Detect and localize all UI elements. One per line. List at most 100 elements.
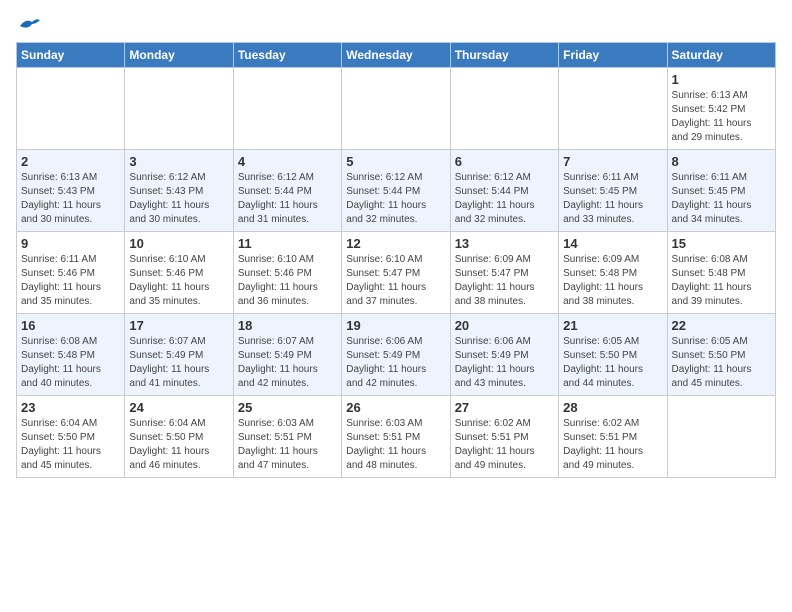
calendar-cell: 3 Sunrise: 6:12 AM Sunset: 5:43 PM Daylig… bbox=[125, 150, 233, 232]
calendar-cell: 27 Sunrise: 6:02 AM Sunset: 5:51 PM Dayli… bbox=[450, 396, 558, 478]
calendar-cell: 21 Sunrise: 6:05 AM Sunset: 5:50 PM Dayli… bbox=[559, 314, 667, 396]
day-info: Sunrise: 6:02 AM Sunset: 5:51 PM Dayligh… bbox=[563, 417, 662, 473]
day-info: Sunrise: 6:08 AM Sunset: 5:48 PM Dayligh… bbox=[21, 335, 120, 391]
calendar-cell: 6 Sunrise: 6:12 AM Sunset: 5:44 PM Daylig… bbox=[450, 150, 558, 232]
calendar-week-row: 2 Sunrise: 6:13 AM Sunset: 5:43 PM Daylig… bbox=[17, 150, 776, 232]
calendar-cell bbox=[667, 396, 775, 478]
day-number: 17 bbox=[129, 318, 228, 333]
day-number: 11 bbox=[238, 236, 337, 251]
day-info: Sunrise: 6:05 AM Sunset: 5:50 PM Dayligh… bbox=[563, 335, 662, 391]
day-number: 1 bbox=[672, 72, 771, 87]
calendar-week-row: 16 Sunrise: 6:08 AM Sunset: 5:48 PM Dayli… bbox=[17, 314, 776, 396]
calendar-cell bbox=[342, 68, 450, 150]
calendar-day-header: Friday bbox=[559, 43, 667, 68]
day-info: Sunrise: 6:05 AM Sunset: 5:50 PM Dayligh… bbox=[672, 335, 771, 391]
calendar-header-row: SundayMondayTuesdayWednesdayThursdayFrid… bbox=[17, 43, 776, 68]
day-number: 25 bbox=[238, 400, 337, 415]
calendar-day-header: Wednesday bbox=[342, 43, 450, 68]
day-number: 4 bbox=[238, 154, 337, 169]
day-info: Sunrise: 6:11 AM Sunset: 5:45 PM Dayligh… bbox=[672, 171, 771, 227]
calendar-cell: 16 Sunrise: 6:08 AM Sunset: 5:48 PM Dayli… bbox=[17, 314, 125, 396]
day-info: Sunrise: 6:08 AM Sunset: 5:48 PM Dayligh… bbox=[672, 253, 771, 309]
day-number: 12 bbox=[346, 236, 445, 251]
calendar-day-header: Saturday bbox=[667, 43, 775, 68]
calendar-cell bbox=[559, 68, 667, 150]
calendar-cell: 2 Sunrise: 6:13 AM Sunset: 5:43 PM Daylig… bbox=[17, 150, 125, 232]
day-number: 22 bbox=[672, 318, 771, 333]
calendar-cell: 9 Sunrise: 6:11 AM Sunset: 5:46 PM Daylig… bbox=[17, 232, 125, 314]
page-header bbox=[16, 16, 776, 34]
calendar-cell: 4 Sunrise: 6:12 AM Sunset: 5:44 PM Daylig… bbox=[233, 150, 341, 232]
calendar-cell: 28 Sunrise: 6:02 AM Sunset: 5:51 PM Dayli… bbox=[559, 396, 667, 478]
day-number: 19 bbox=[346, 318, 445, 333]
calendar-cell bbox=[125, 68, 233, 150]
day-number: 16 bbox=[21, 318, 120, 333]
calendar-day-header: Sunday bbox=[17, 43, 125, 68]
calendar-week-row: 23Sunrise: 6:04 AM Sunset: 5:50 PM Dayli… bbox=[17, 396, 776, 478]
calendar-cell: 18 Sunrise: 6:07 AM Sunset: 5:49 PM Dayli… bbox=[233, 314, 341, 396]
calendar-cell: 19 Sunrise: 6:06 AM Sunset: 5:49 PM Dayli… bbox=[342, 314, 450, 396]
calendar-cell: 12 Sunrise: 6:10 AM Sunset: 5:47 PM Dayli… bbox=[342, 232, 450, 314]
day-number: 21 bbox=[563, 318, 662, 333]
day-info: Sunrise: 6:03 AM Sunset: 5:51 PM Dayligh… bbox=[238, 417, 337, 473]
calendar-week-row: 9 Sunrise: 6:11 AM Sunset: 5:46 PM Daylig… bbox=[17, 232, 776, 314]
day-number: 3 bbox=[129, 154, 228, 169]
day-info: Sunrise: 6:10 AM Sunset: 5:47 PM Dayligh… bbox=[346, 253, 445, 309]
calendar-cell: 13Sunrise: 6:09 AM Sunset: 5:47 PM Dayli… bbox=[450, 232, 558, 314]
calendar-cell: 20Sunrise: 6:06 AM Sunset: 5:49 PM Dayli… bbox=[450, 314, 558, 396]
day-info: Sunrise: 6:12 AM Sunset: 5:44 PM Dayligh… bbox=[346, 171, 445, 227]
day-info: Sunrise: 6:10 AM Sunset: 5:46 PM Dayligh… bbox=[129, 253, 228, 309]
calendar-cell: 14 Sunrise: 6:09 AM Sunset: 5:48 PM Dayli… bbox=[559, 232, 667, 314]
day-number: 13 bbox=[455, 236, 554, 251]
day-info: Sunrise: 6:11 AM Sunset: 5:46 PM Dayligh… bbox=[21, 253, 120, 309]
day-info: Sunrise: 6:04 AM Sunset: 5:50 PM Dayligh… bbox=[129, 417, 228, 473]
day-info: Sunrise: 6:11 AM Sunset: 5:45 PM Dayligh… bbox=[563, 171, 662, 227]
day-number: 2 bbox=[21, 154, 120, 169]
logo-bird-icon bbox=[18, 16, 40, 34]
day-number: 28 bbox=[563, 400, 662, 415]
day-number: 9 bbox=[21, 236, 120, 251]
day-info: Sunrise: 6:03 AM Sunset: 5:51 PM Dayligh… bbox=[346, 417, 445, 473]
day-number: 7 bbox=[563, 154, 662, 169]
calendar-cell: 25 Sunrise: 6:03 AM Sunset: 5:51 PM Dayli… bbox=[233, 396, 341, 478]
day-number: 18 bbox=[238, 318, 337, 333]
calendar-cell: 22 Sunrise: 6:05 AM Sunset: 5:50 PM Dayli… bbox=[667, 314, 775, 396]
day-number: 14 bbox=[563, 236, 662, 251]
day-number: 24 bbox=[129, 400, 228, 415]
day-number: 10 bbox=[129, 236, 228, 251]
day-number: 27 bbox=[455, 400, 554, 415]
calendar-cell: 26 Sunrise: 6:03 AM Sunset: 5:51 PM Dayli… bbox=[342, 396, 450, 478]
calendar-cell: 17 Sunrise: 6:07 AM Sunset: 5:49 PM Dayli… bbox=[125, 314, 233, 396]
day-info: Sunrise: 6:09 AM Sunset: 5:48 PM Dayligh… bbox=[563, 253, 662, 309]
calendar-cell bbox=[17, 68, 125, 150]
calendar-day-header: Monday bbox=[125, 43, 233, 68]
day-info: Sunrise: 6:10 AM Sunset: 5:46 PM Dayligh… bbox=[238, 253, 337, 309]
calendar-day-header: Tuesday bbox=[233, 43, 341, 68]
calendar-cell: 1 Sunrise: 6:13 AM Sunset: 5:42 PM Daylig… bbox=[667, 68, 775, 150]
day-info: Sunrise: 6:06 AM Sunset: 5:49 PM Dayligh… bbox=[455, 335, 554, 391]
day-info: Sunrise: 6:07 AM Sunset: 5:49 PM Dayligh… bbox=[238, 335, 337, 391]
day-number: 5 bbox=[346, 154, 445, 169]
day-info: Sunrise: 6:07 AM Sunset: 5:49 PM Dayligh… bbox=[129, 335, 228, 391]
calendar-cell: 11 Sunrise: 6:10 AM Sunset: 5:46 PM Dayli… bbox=[233, 232, 341, 314]
calendar-cell: 10 Sunrise: 6:10 AM Sunset: 5:46 PM Dayli… bbox=[125, 232, 233, 314]
day-info: Sunrise: 6:12 AM Sunset: 5:44 PM Dayligh… bbox=[238, 171, 337, 227]
calendar-week-row: 1 Sunrise: 6:13 AM Sunset: 5:42 PM Daylig… bbox=[17, 68, 776, 150]
day-number: 15 bbox=[672, 236, 771, 251]
calendar-cell: 24 Sunrise: 6:04 AM Sunset: 5:50 PM Dayli… bbox=[125, 396, 233, 478]
calendar-day-header: Thursday bbox=[450, 43, 558, 68]
calendar-table: SundayMondayTuesdayWednesdayThursdayFrid… bbox=[16, 42, 776, 478]
day-info: Sunrise: 6:13 AM Sunset: 5:42 PM Dayligh… bbox=[672, 89, 771, 145]
calendar-cell: 5 Sunrise: 6:12 AM Sunset: 5:44 PM Daylig… bbox=[342, 150, 450, 232]
day-info: Sunrise: 6:12 AM Sunset: 5:44 PM Dayligh… bbox=[455, 171, 554, 227]
day-info: Sunrise: 6:13 AM Sunset: 5:43 PM Dayligh… bbox=[21, 171, 120, 227]
day-info: Sunrise: 6:06 AM Sunset: 5:49 PM Dayligh… bbox=[346, 335, 445, 391]
calendar-cell: 15 Sunrise: 6:08 AM Sunset: 5:48 PM Dayli… bbox=[667, 232, 775, 314]
day-number: 8 bbox=[672, 154, 771, 169]
day-info: Sunrise: 6:12 AM Sunset: 5:43 PM Dayligh… bbox=[129, 171, 228, 227]
day-number: 26 bbox=[346, 400, 445, 415]
day-info: Sunrise: 6:02 AM Sunset: 5:51 PM Dayligh… bbox=[455, 417, 554, 473]
day-number: 6 bbox=[455, 154, 554, 169]
logo bbox=[16, 16, 40, 34]
calendar-cell: 7 Sunrise: 6:11 AM Sunset: 5:45 PM Daylig… bbox=[559, 150, 667, 232]
